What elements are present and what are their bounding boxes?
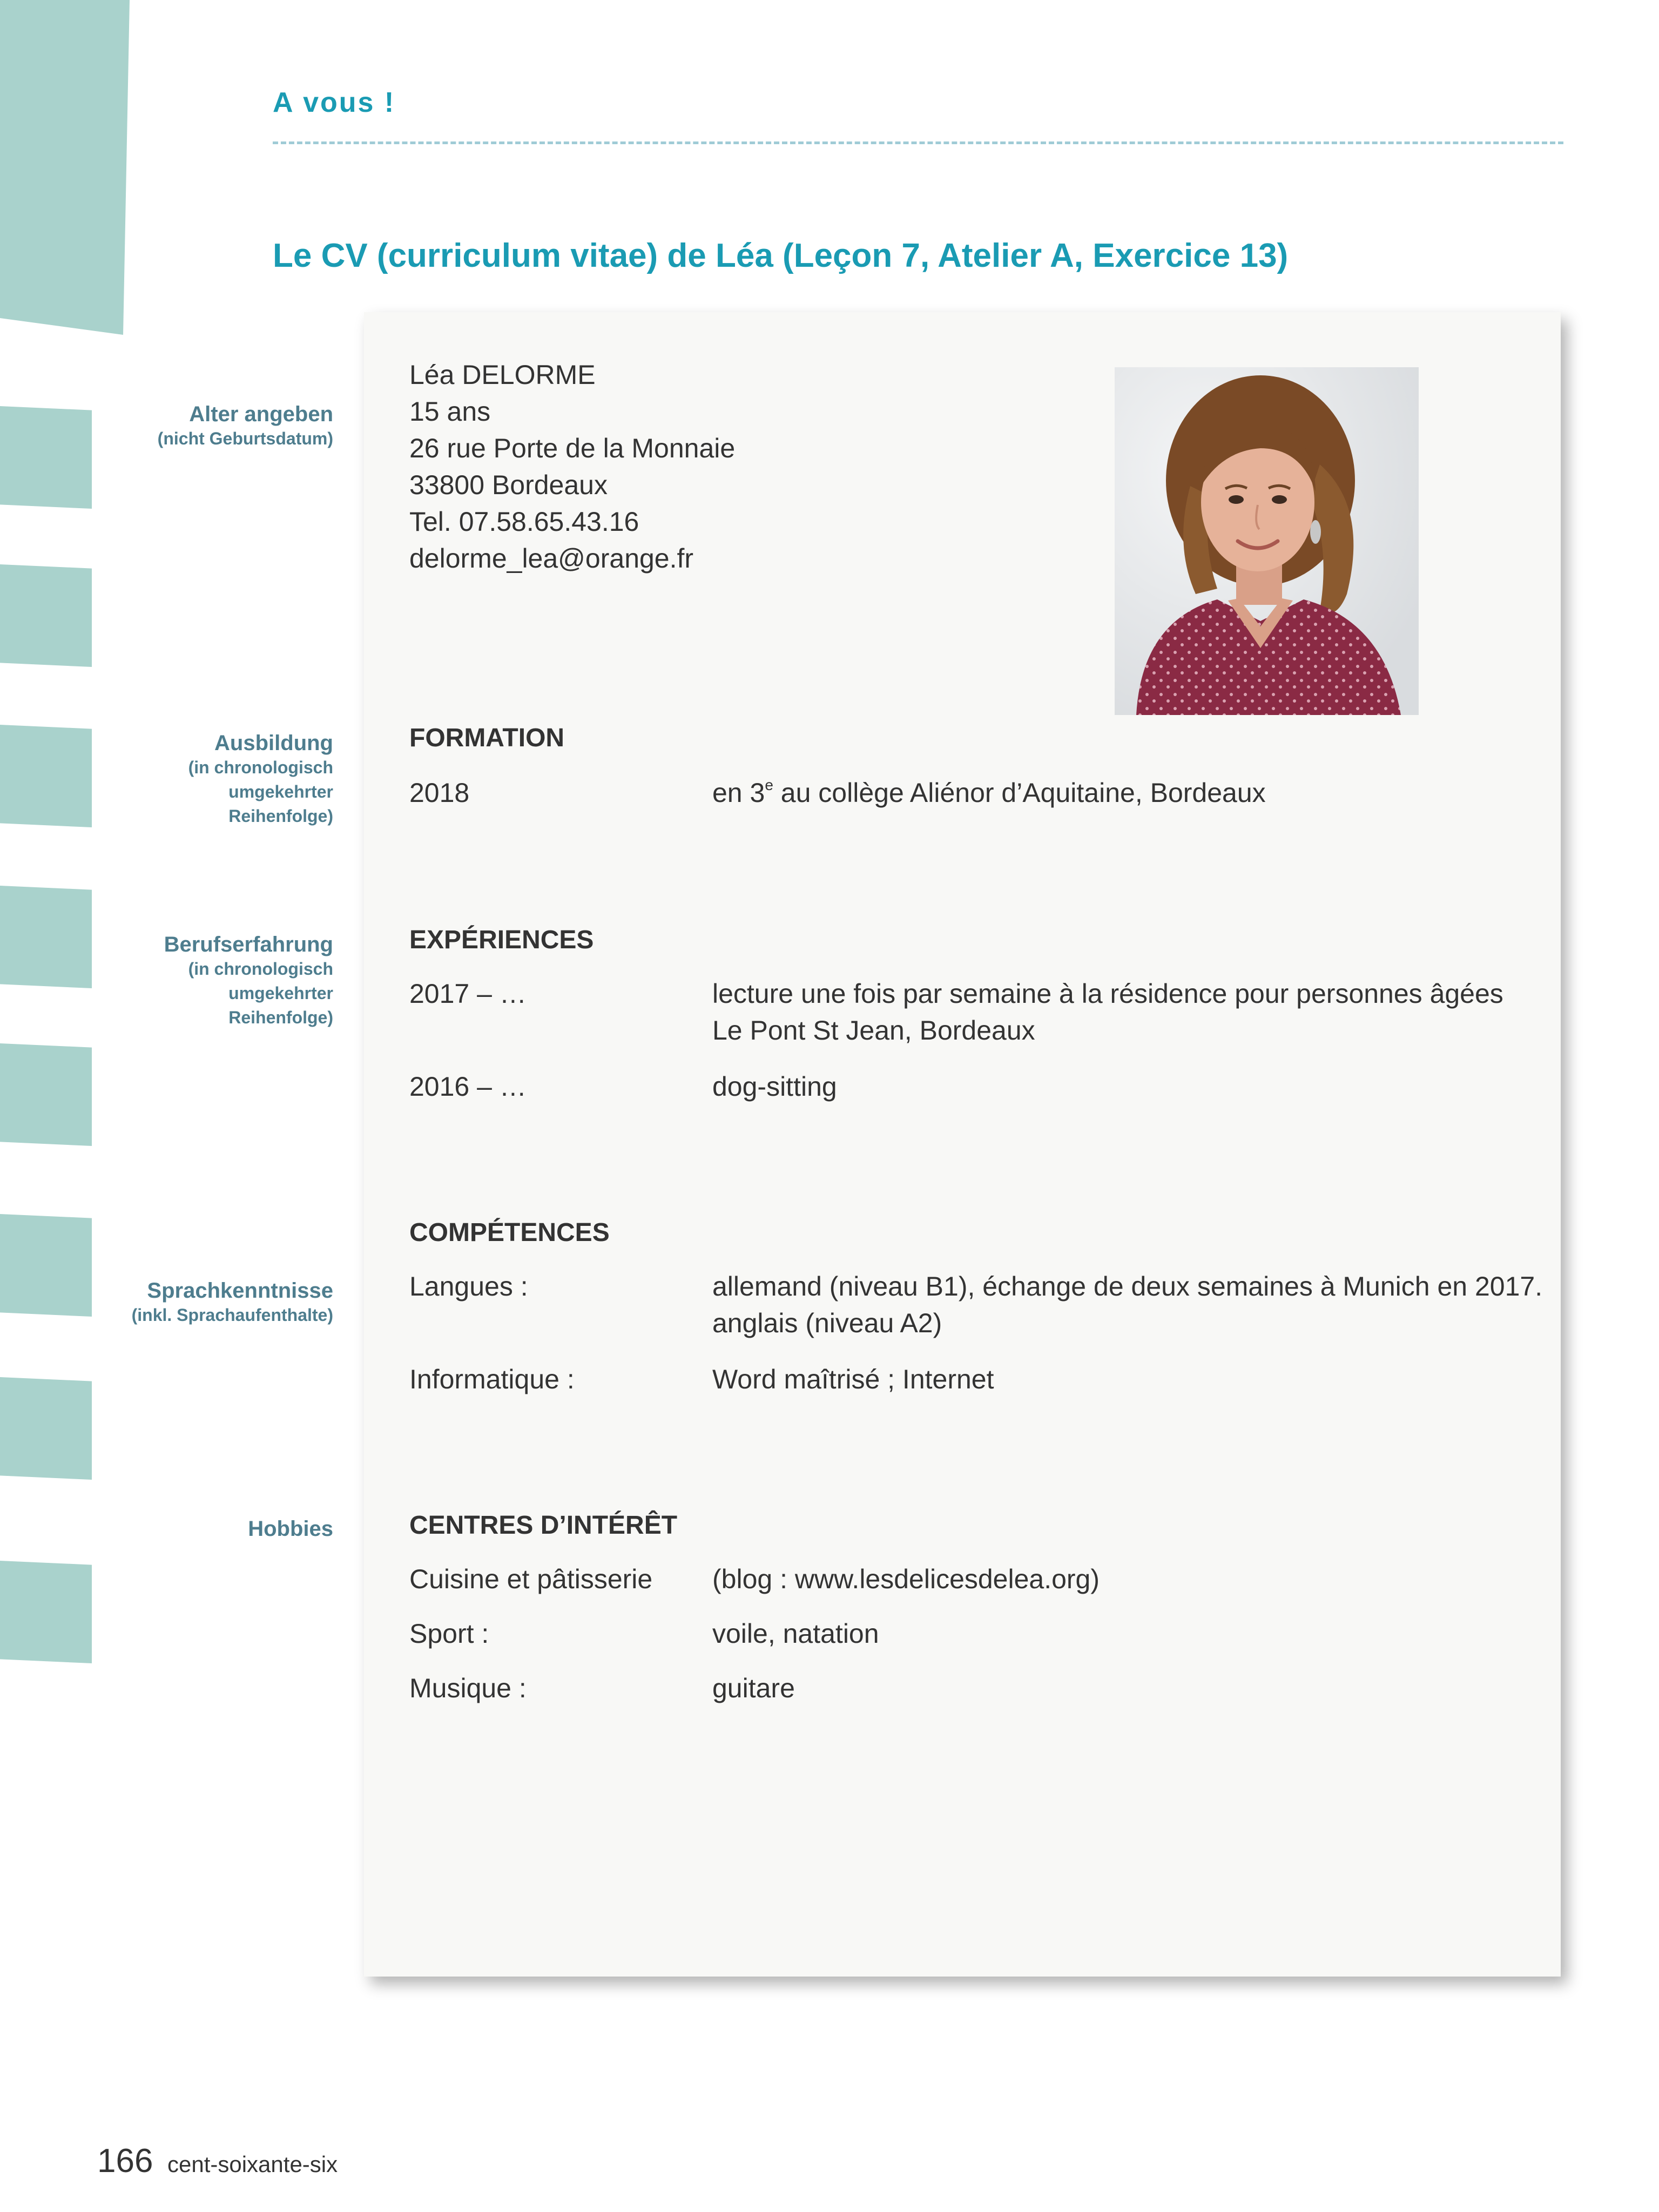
- side-tab: [0, 564, 92, 667]
- margin-note-detail: (inkl. Sprachaufenthalte): [131, 1305, 333, 1325]
- cv-email: delorme_lea@orange.fr: [409, 543, 694, 574]
- margin-note-label: Ausbildung: [214, 731, 333, 755]
- margin-note-languages: Sprachkenntnisse (inkl. Sprachaufenthalt…: [132, 1278, 333, 1327]
- page-number-words: cent-soixante-six: [167, 2152, 338, 2177]
- competence-label: Langues :: [409, 1271, 528, 1301]
- section-heading: A vous !: [273, 87, 396, 118]
- side-tab: [0, 886, 92, 988]
- cv-name: Léa DELORME: [409, 360, 596, 390]
- side-tab: [0, 1561, 92, 1663]
- formation-detail-sup: e: [765, 777, 773, 793]
- competence-label: Informatique :: [409, 1364, 575, 1394]
- experience-detail-line: Le Pont St Jean, Bordeaux: [712, 1015, 1035, 1046]
- formation-detail: en 3e au collège Aliénor d’Aquitaine, Bo…: [712, 774, 1266, 811]
- interest-label: Musique :: [409, 1673, 527, 1703]
- formation-year: 2018: [409, 778, 470, 808]
- interest-label: Sport :: [409, 1618, 489, 1649]
- side-tab: [0, 725, 92, 827]
- margin-note-detail: (nicht Geburtsdatum): [157, 429, 333, 448]
- experience-detail-line: lecture une fois par semaine à la réside…: [712, 979, 1503, 1009]
- margin-note-experience: Berufserfahrung (in chronologisch umgeke…: [123, 932, 333, 1030]
- section-interets-title: CENTRES D’INTÉRÊT: [409, 1511, 678, 1540]
- page-number: 166: [97, 2142, 153, 2180]
- profile-photo: [1115, 367, 1419, 715]
- interest-value: voile, natation: [712, 1618, 879, 1649]
- margin-note-label: Berufserfahrung: [164, 933, 333, 956]
- side-tab: [0, 1377, 92, 1480]
- formation-detail-pre: en 3: [712, 778, 765, 808]
- experience-detail: dog-sitting: [712, 1071, 837, 1102]
- competence-detail: Word maîtrisé ; Internet: [712, 1364, 994, 1394]
- section-formation-title: FORMATION: [409, 724, 565, 752]
- experience-year: 2016 – …: [409, 1071, 527, 1102]
- margin-note-education: Ausbildung (in chronologisch umgekehrter…: [123, 731, 333, 828]
- margin-note-label: Hobbies: [248, 1517, 333, 1541]
- margin-note-detail: (in chronologisch umgekehrter Reihenfolg…: [188, 758, 333, 826]
- experience-detail: lecture une fois par semaine à la réside…: [712, 975, 1503, 1049]
- competence-detail: allemand (niveau B1), échange de deux se…: [712, 1268, 1542, 1341]
- dashed-divider: [273, 141, 1563, 144]
- cv-city: 33800 Bordeaux: [409, 470, 608, 500]
- section-experiences-title: EXPÉRIENCES: [409, 926, 594, 954]
- contact-block: Léa DELORME 15 ans 26 rue Porte de la Mo…: [409, 356, 735, 577]
- competence-detail-line: anglais (niveau A2): [712, 1308, 942, 1338]
- section-competences-title: COMPÉTENCES: [409, 1218, 610, 1247]
- formation-detail-post: au collège Aliénor d’Aquitaine, Bordeaux: [773, 778, 1266, 808]
- side-tab: [0, 406, 92, 509]
- interest-value: guitare: [712, 1673, 795, 1703]
- side-tab: [0, 1214, 92, 1317]
- cv-card: Léa DELORME 15 ans 26 rue Porte de la Mo…: [364, 312, 1561, 1977]
- margin-note-age: Alter angeben (nicht Geburtsdatum): [158, 402, 333, 451]
- margin-note-hobbies: Hobbies: [248, 1516, 333, 1541]
- side-tab: [0, 0, 130, 335]
- side-tab: [0, 1043, 92, 1146]
- profile-photo-illustration: [1115, 367, 1419, 715]
- margin-note-label: Alter angeben: [189, 402, 333, 426]
- cv-age: 15 ans: [409, 396, 491, 427]
- margin-note-label: Sprachkenntnisse: [147, 1279, 333, 1303]
- interest-label: Cuisine et pâtisserie: [409, 1564, 653, 1594]
- margin-note-detail: (in chronologisch umgekehrter Reihenfolg…: [188, 959, 333, 1027]
- competence-detail-line: allemand (niveau B1), échange de deux se…: [712, 1271, 1543, 1301]
- interest-value: (blog : www.lesdelicesdelea.org): [712, 1564, 1100, 1594]
- page-title: Le CV (curriculum vitae) de Léa (Leçon 7…: [273, 237, 1289, 274]
- cv-phone: Tel. 07.58.65.43.16: [409, 507, 639, 537]
- experience-year: 2017 – …: [409, 979, 527, 1009]
- cv-street: 26 rue Porte de la Monnaie: [409, 433, 736, 463]
